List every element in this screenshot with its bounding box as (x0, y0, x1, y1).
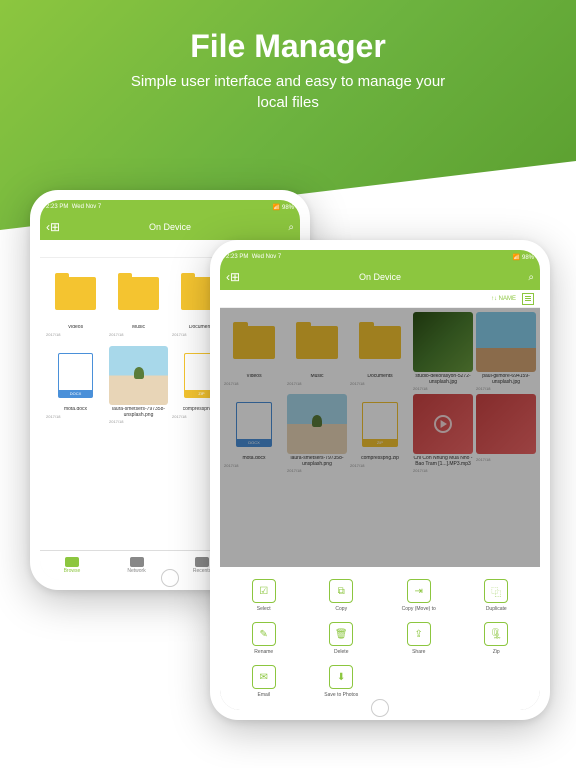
action-select[interactable]: ☑ Select (228, 579, 300, 612)
search-icon[interactable]: ⌕ (528, 272, 534, 283)
file-name: mota.docx (64, 407, 87, 413)
action-label: Copy (Move) to (402, 606, 436, 612)
action-label: Share (412, 649, 425, 655)
action-icon: ☑ (252, 579, 276, 603)
tab-recents[interactable]: Recents (193, 557, 211, 574)
back-icon[interactable]: ‹⊞ (46, 220, 60, 234)
action-icon: ✎ (252, 622, 276, 646)
action-save-to-photos[interactable]: ⬇ Save to Photos (306, 665, 378, 698)
nav-title: On Device (149, 222, 191, 232)
action-delete[interactable]: 🗑 Delete (306, 622, 378, 655)
action-icon: ⬇ (329, 665, 353, 689)
back-icon[interactable]: ‹⊞ (226, 270, 240, 284)
file-item[interactable]: DOCXmota.docx2017/18 (46, 346, 105, 424)
nav-bar: ‹⊞ On Device ⌕ (40, 214, 300, 240)
file-name: Videos (68, 325, 83, 331)
action-icon: 🗜 (484, 622, 508, 646)
tab-browse[interactable]: Browse (64, 557, 81, 574)
action-icon: ⇪ (407, 622, 431, 646)
status-bar: 2:23 PM Wed Nov 7 📶 98% (40, 200, 300, 214)
action-icon: ⧉ (329, 579, 353, 603)
action-icon: ⇥ (407, 579, 431, 603)
file-meta: 2017/18 (109, 419, 168, 424)
action-label: Rename (254, 649, 273, 655)
action-copy-move-to[interactable]: ⇥ Copy (Move) to (383, 579, 455, 612)
file-meta: 2017/18 (46, 332, 105, 337)
nav-bar: ‹⊞ On Device ⌕ (220, 264, 540, 290)
file-name: Music (132, 325, 145, 331)
filter-bar: ↑↓ NAME (220, 290, 540, 308)
home-button[interactable] (161, 569, 179, 587)
action-icon: 🗑 (329, 622, 353, 646)
action-label: Duplicate (486, 606, 507, 612)
action-rename[interactable]: ✎ Rename (228, 622, 300, 655)
file-meta: 2017/18 (109, 332, 168, 337)
action-label: Zip (493, 649, 500, 655)
action-label: Copy (335, 606, 347, 612)
tab-icon (130, 557, 144, 567)
tab-label: Recents (193, 568, 211, 574)
action-sheet: ☑ Select ⧉ Copy ⇥ Copy (Move) to ⿻ Duplicate ✎ Re… (220, 567, 540, 710)
action-label: Select (257, 606, 271, 612)
action-label: Email (257, 692, 270, 698)
action-copy[interactable]: ⧉ Copy (306, 579, 378, 612)
nav-title: On Device (359, 272, 401, 282)
tablet-front: 2:23 PM Wed Nov 7 📶 98% ‹⊞ On Device ⌕ ↑… (210, 240, 550, 720)
sort-button[interactable]: ↑↓ NAME (491, 296, 516, 302)
hero-subtitle: Simple user interface and easy to manage… (0, 71, 576, 113)
action-icon: ⿻ (484, 579, 508, 603)
file-item[interactable]: Music2017/18 (109, 264, 168, 342)
status-bar: 2:23 PM Wed Nov 7 📶 98% (220, 250, 540, 264)
action-zip[interactable]: 🗜 Zip (461, 622, 533, 655)
file-item[interactable]: laura-smetsers-797358-unsplash.png2017/1… (109, 346, 168, 424)
home-button[interactable] (371, 699, 389, 717)
hero-text: File Manager Simple user interface and e… (0, 0, 576, 113)
hero-title: File Manager (0, 28, 576, 65)
file-meta: 2017/18 (46, 414, 105, 419)
action-share[interactable]: ⇪ Share (383, 622, 455, 655)
action-label: Delete (334, 649, 348, 655)
action-duplicate[interactable]: ⿻ Duplicate (461, 579, 533, 612)
search-icon[interactable]: ⌕ (288, 222, 294, 233)
tab-icon (65, 557, 79, 567)
file-item[interactable]: Videos2017/18 (46, 264, 105, 342)
tab-network[interactable]: Network (127, 557, 145, 574)
view-toggle-icon[interactable] (522, 293, 534, 305)
action-label: Save to Photos (324, 692, 358, 698)
file-name: laura-smetsers-797358-unsplash.png (109, 407, 168, 418)
tab-label: Network (127, 568, 145, 574)
action-email[interactable]: ✉ Email (228, 665, 300, 698)
tab-icon (195, 557, 209, 567)
tab-label: Browse (64, 568, 81, 574)
action-icon: ✉ (252, 665, 276, 689)
